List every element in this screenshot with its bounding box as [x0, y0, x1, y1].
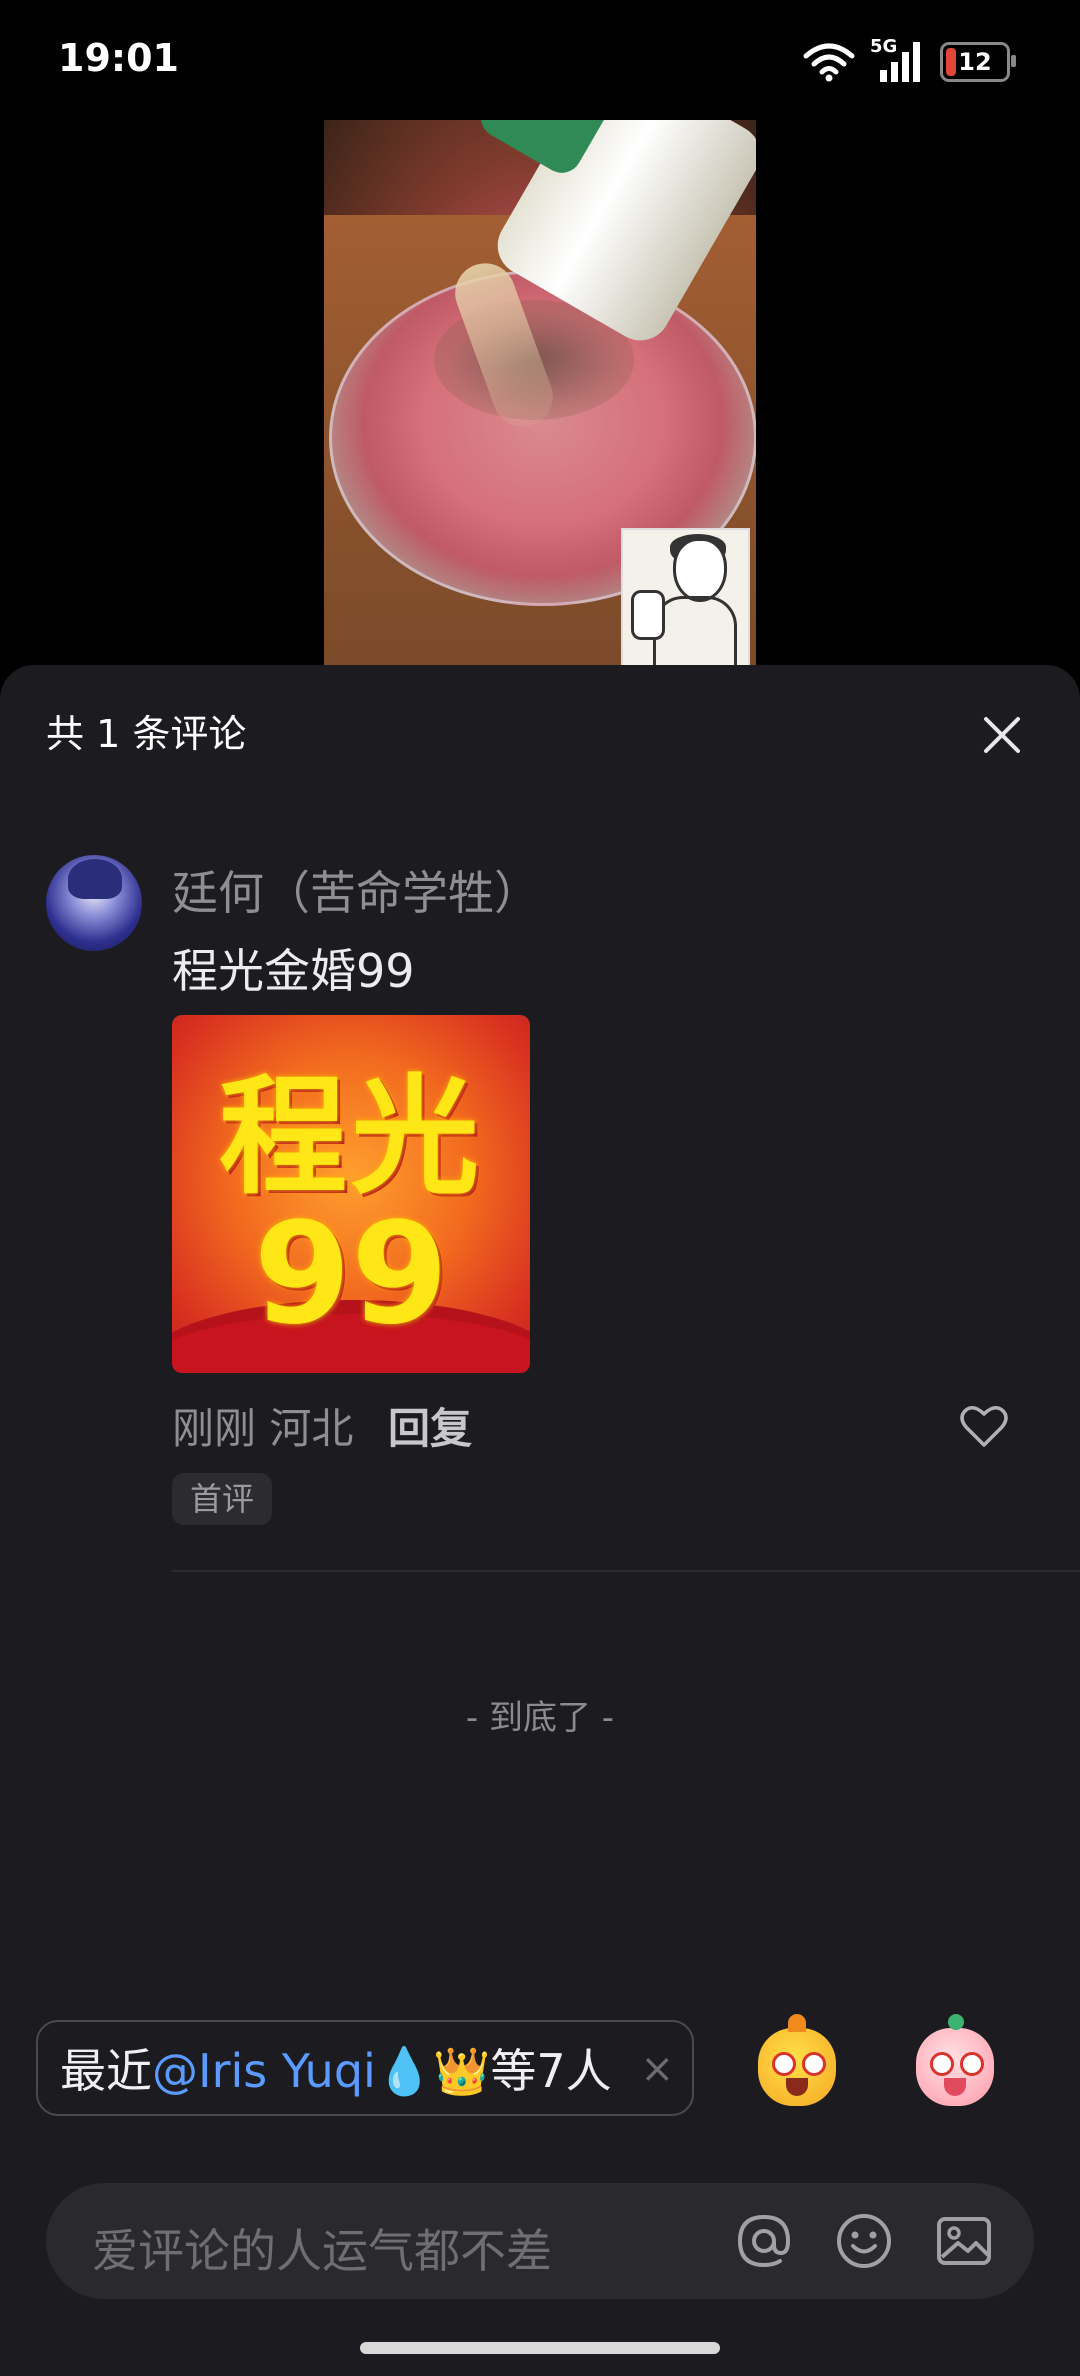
emoji-quick-2[interactable] — [910, 2014, 1000, 2112]
divider — [172, 1570, 1080, 1572]
emoji-quick-1[interactable] — [752, 2014, 842, 2112]
chip-mention[interactable]: @Iris Yuqi — [152, 2044, 376, 2098]
at-icon[interactable] — [734, 2211, 794, 2271]
home-indicator[interactable] — [360, 2342, 720, 2354]
grinning-emoji-icon — [758, 2014, 836, 2106]
wifi-icon — [803, 43, 855, 82]
chip-prefix: 最近 — [60, 2044, 152, 2098]
battery-level: 12 — [958, 48, 992, 76]
close-button[interactable] — [962, 695, 1042, 775]
battery-icon: 12 — [940, 42, 1016, 82]
suggestion-row: 最近@Iris Yuqi💧👑等7人 × — [0, 2000, 1080, 2150]
mention-suggestion-chip[interactable]: 最近@Iris Yuqi💧👑等7人 × — [36, 2020, 694, 2116]
comment-meta: 刚刚 河北 — [172, 1404, 354, 1453]
peach-emoji-icon — [916, 2014, 994, 2106]
close-icon — [984, 717, 1020, 753]
status-time: 19:01 — [58, 36, 179, 80]
video-preview[interactable] — [324, 120, 756, 665]
status-icons: 5G 12 — [802, 36, 1016, 84]
first-comment-badge: 首评 — [172, 1473, 273, 1525]
avatar[interactable] — [46, 855, 142, 951]
chip-close-icon[interactable]: × — [640, 2046, 674, 2092]
sticker-line2: 99 — [253, 1193, 449, 1356]
heart-outline-icon — [960, 1406, 1008, 1447]
image-icon[interactable] — [934, 2211, 994, 2271]
end-marker: - 到底了 - — [465, 1698, 615, 1738]
emoji-icon[interactable] — [834, 2211, 894, 2271]
sticker-line1: 程光 — [218, 1063, 483, 1212]
chip-emojis: 💧👑 — [375, 2044, 491, 2098]
comment-input[interactable]: 爱评论的人运气都不差 — [46, 2183, 1034, 2299]
chip-suffix: 等7人 — [490, 2044, 612, 2098]
status-bar: 19:01 5G 12 — [0, 0, 1080, 120]
input-placeholder: 爱评论的人运气都不差 — [92, 2224, 552, 2278]
sheet-title: 共 1 条评论 — [46, 712, 247, 756]
signal-icon: 5G — [870, 36, 926, 84]
reply-button[interactable]: 回复 — [388, 1395, 472, 1456]
comment-sticker[interactable]: 程光 99 — [172, 1015, 530, 1373]
comment-text: 程光金婚99 — [172, 944, 415, 998]
like-button[interactable] — [956, 1399, 1012, 1455]
thumbs-up-sticker — [621, 528, 750, 665]
comment-author[interactable]: 廷何（苦命学牲） — [172, 857, 540, 923]
